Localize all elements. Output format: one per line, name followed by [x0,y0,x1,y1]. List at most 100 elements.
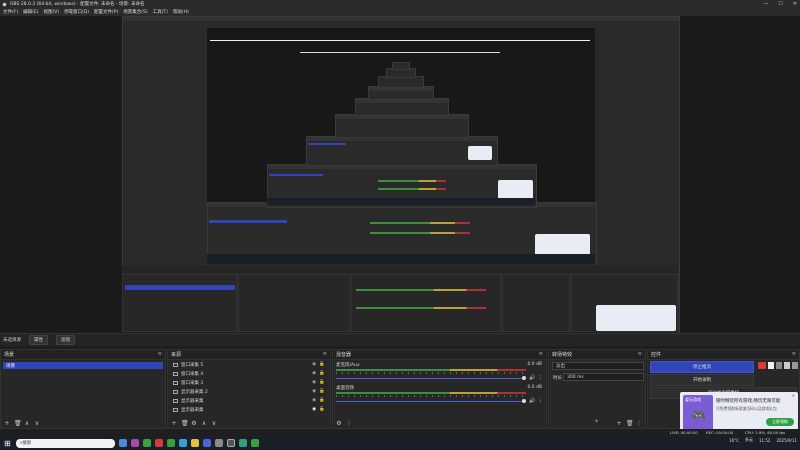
lock-icon[interactable]: 🔓 [319,380,325,385]
dock-menu-icon[interactable]: ≡ [638,351,642,357]
taskbar-app-icon[interactable] [190,439,199,447]
menu-file[interactable]: 文件(F) [3,9,18,15]
live-time: LIVE: 00:00:00 [670,430,698,435]
close-button[interactable]: ✕ [793,1,797,7]
visibility-icon[interactable]: ◉ [312,407,316,412]
nested-scenes-dock [122,274,237,332]
speaker-icon[interactable]: 🔊 [529,375,535,381]
mic-slider-knob[interactable] [522,376,526,380]
desktop-slider-knob[interactable] [522,399,526,403]
display-capture-icon [173,398,178,403]
source-item[interactable]: 窗口采集 4 ◉ 🔓 [170,370,328,377]
lock-icon[interactable]: 🔓 [319,371,325,376]
gear-icon[interactable]: ⋮ [538,375,543,381]
dock-menu-icon[interactable]: ≡ [792,351,796,357]
source-item[interactable]: 窗口采集 3 ◉ 🔓 [170,379,328,386]
taskbar-app-icon[interactable] [202,439,211,447]
taskbar-app-icon[interactable] [166,439,175,447]
menu-tools[interactable]: 工具(T) [153,9,168,15]
source-item[interactable]: 显示器采集 ◉ 🔓 [170,406,328,413]
obs-taskbar-icon[interactable] [226,439,235,447]
clock-time[interactable]: 11:52 [759,438,771,443]
taskbar-app-icon[interactable] [130,439,139,447]
gear-icon[interactable]: ⋮ [538,398,543,404]
remove-source-icon[interactable]: 🗑 [181,420,189,427]
filters-button[interactable]: 滤镜 [56,335,75,345]
menu-help[interactable]: 帮助(H) [173,9,189,15]
taskbar-search[interactable]: ⌕ 搜索 [15,438,115,448]
move-up-icon[interactable]: ∧ [201,420,207,427]
desktop-db-readout: 0.0 dB [527,385,542,390]
nested-mixer-dock [351,274,501,332]
taskbar-app-icon[interactable] [142,439,151,447]
duration-input[interactable]: 300 ms [563,373,644,381]
taskbar-app-icon[interactable] [250,439,259,447]
move-up-icon[interactable]: ∧ [24,420,30,427]
taskbar-app-icon[interactable] [214,439,223,447]
stop-streaming-button[interactable]: 停止推流 [650,361,754,373]
remove-scene-icon[interactable]: 🗑 [14,420,22,427]
lock-icon[interactable]: 🔓 [319,398,325,403]
scenes-title: 场景 [4,352,15,358]
window-capture-icon [173,362,178,367]
move-down-icon[interactable]: ∨ [211,420,217,427]
app-icon [776,362,782,369]
close-icon[interactable]: ✕ [792,393,795,398]
scene-item[interactable]: 场景 [3,362,163,369]
add-scene-icon[interactable]: + [4,420,10,427]
source-item[interactable]: 显示器采集 ◉ 🔓 [170,397,328,404]
minimize-button[interactable]: — [763,1,768,7]
dock-menu-icon[interactable]: ≡ [158,351,162,357]
windows-start-icon[interactable]: ⊞ [4,439,11,448]
preview-canvas[interactable] [0,16,800,344]
add-source-icon[interactable]: + [171,420,177,427]
visibility-icon[interactable]: ◉ [312,398,316,403]
menu-view[interactable]: 视图(V) [43,9,59,15]
ad-claim-button[interactable]: 立即领取 [766,418,794,426]
start-recording-button[interactable]: 开始录制 [650,374,754,386]
desktop-volume-slider[interactable] [336,401,524,402]
dock-menu-icon[interactable]: ≡ [539,351,543,357]
move-down-icon[interactable]: ∨ [34,420,40,427]
menu-scene-collection[interactable]: 场景集合(S) [123,9,147,15]
visibility-icon[interactable]: ◉ [312,371,316,376]
duration-label: 时长 [553,376,562,381]
properties-button[interactable]: 属性 [29,335,48,345]
visibility-icon[interactable]: ◉ [312,380,316,385]
transition-select[interactable]: 淡出 [552,362,644,370]
nested-scene-selected [269,174,323,176]
game-ad-popup[interactable]: 爱玩游戏 🎮 随时畅玩所有游戏,畅玩无限可能 可免费领取新游激活码以及游戏礼包 … [680,392,798,434]
source-item[interactable]: 显示器采集 2 ◉ 🔓 [170,388,328,395]
menu-profile[interactable]: 配置文件(P) [94,9,118,15]
window-title: OBS 28.0.3 (64-bit, windows) - 配置文件: 未命名… [10,2,145,7]
mixer-settings-icon[interactable]: ⚙ [336,420,342,427]
mic-volume-slider[interactable] [336,378,524,379]
mixer-menu-icon[interactable]: ⋮ [346,420,352,427]
title-bar: OBS 28.0.3 (64-bit, windows) - 配置文件: 未命名… [0,0,800,8]
taskbar-app-icon[interactable] [118,439,127,447]
lock-icon[interactable]: 🔓 [319,407,325,412]
dock-menu-icon[interactable]: ≡ [323,351,327,357]
transition-menu-icon[interactable]: ⋮ [636,420,642,427]
app-icon [792,362,798,369]
source-settings-icon[interactable]: ⚙ [191,420,197,427]
speaker-icon[interactable]: 🔊 [529,398,535,404]
source-item[interactable]: 窗口采集 5 ◉ 🔓 [170,361,328,368]
maximize-button[interactable]: ☐ [778,1,782,7]
edge-icon[interactable] [178,439,187,447]
visibility-icon[interactable]: ◉ [312,389,316,394]
visibility-icon[interactable]: ◉ [312,362,316,367]
clock-date[interactable]: 2025/9/11 [776,438,797,443]
lock-icon[interactable]: 🔓 [319,362,325,367]
window-capture-icon [173,371,178,376]
menu-edit[interactable]: 编辑(E) [23,9,38,15]
add-transition-icon[interactable]: + [616,420,622,427]
taskbar-app-icon[interactable] [238,439,247,447]
nested-scene-selected [308,143,346,145]
status-bar: LIVE: 00:00:00 REC: 00:00:00 CPU: 2.9%, … [0,429,800,436]
lock-icon[interactable]: 🔓 [319,389,325,394]
remove-transition-icon[interactable]: 🗑 [626,420,634,427]
taskbar-app-icon[interactable] [154,439,163,447]
weather-temp[interactable]: 16°C [729,438,739,443]
menu-docks[interactable]: 停靠窗口(D) [64,9,89,15]
